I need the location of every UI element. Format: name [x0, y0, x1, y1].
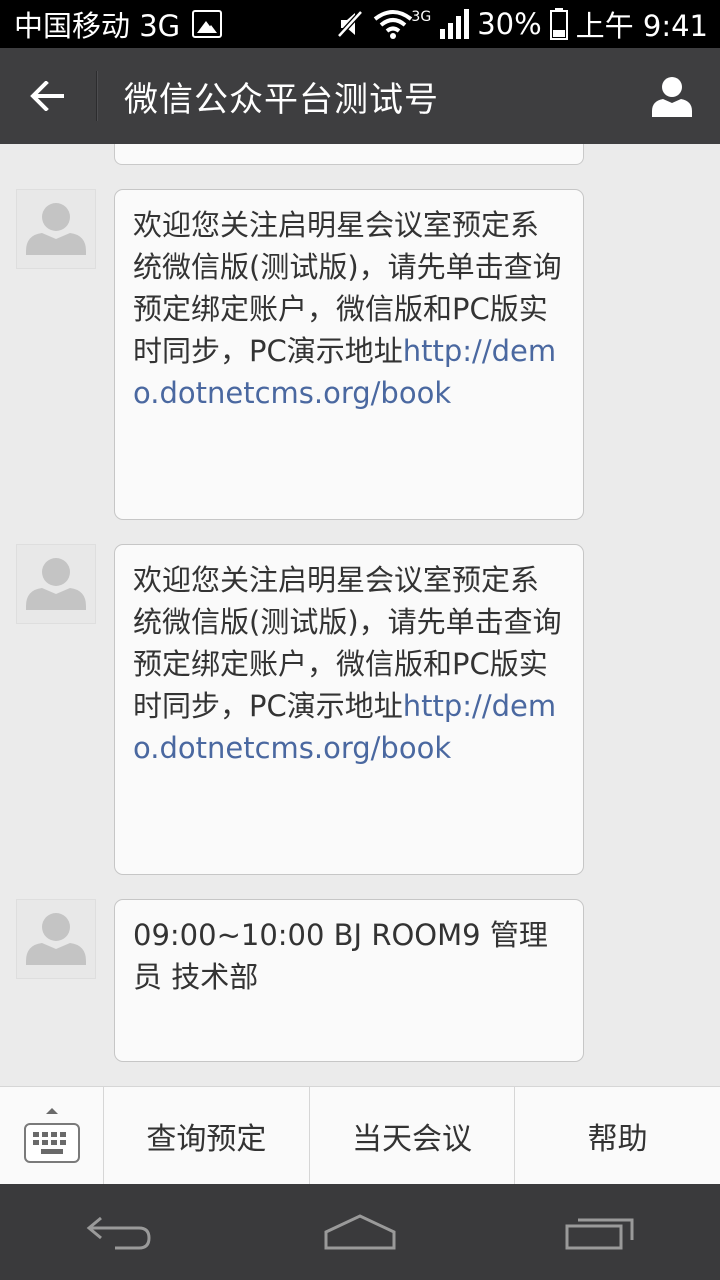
nav-home-icon: [324, 1214, 396, 1250]
status-bar: 中国移动 3G 3G 30% 上午 9:41: [0, 0, 720, 48]
menu-item-query-booking[interactable]: 查询预定: [104, 1087, 310, 1185]
nav-recent-icon: [565, 1218, 634, 1250]
back-button[interactable]: [0, 48, 96, 144]
previous-message-bubble: [114, 144, 584, 165]
default-avatar-icon: [26, 203, 86, 255]
profile-button[interactable]: [624, 48, 720, 144]
nav-back-button[interactable]: [60, 1184, 180, 1280]
bottom-menu: 查询预定 当天会议 帮助: [0, 1086, 720, 1185]
battery-icon: [549, 8, 568, 40]
person-icon: [652, 77, 692, 117]
chat-area[interactable]: 欢迎您关注启明星会议室预定系统微信版(测试版)，请先单击查询预定绑定账户，微信版…: [0, 144, 720, 1086]
nav-home-button[interactable]: [300, 1184, 420, 1280]
status-left: 中国移动 3G: [14, 3, 223, 45]
nav-recent-button[interactable]: [540, 1184, 660, 1280]
system-nav-bar: [0, 1184, 720, 1280]
keyboard-toggle-button[interactable]: [0, 1087, 104, 1185]
message-bubble[interactable]: 欢迎您关注启明星会议室预定系统微信版(测试版)，请先单击查询预定绑定账户，微信版…: [114, 189, 584, 520]
page-title: 微信公众平台测试号: [124, 79, 439, 120]
gallery-notification-icon: [192, 10, 223, 38]
message-bubble[interactable]: 欢迎您关注启明星会议室预定系统微信版(测试版)，请先单击查询预定绑定账户，微信版…: [114, 544, 584, 875]
menu-item-today-meetings[interactable]: 当天会议: [310, 1087, 516, 1185]
status-right: 3G 30% 上午 9:41: [335, 3, 708, 45]
nav-back-icon: [86, 1216, 151, 1250]
mute-icon: [337, 10, 364, 38]
keyboard-icon: [23, 1108, 80, 1163]
clock: 上午 9:41: [575, 9, 708, 43]
avatar[interactable]: [16, 899, 96, 979]
battery-percent: 30%: [477, 7, 542, 41]
avatar[interactable]: [16, 544, 96, 624]
avatar[interactable]: [16, 189, 96, 269]
default-avatar-icon: [26, 913, 86, 965]
menu-item-help[interactable]: 帮助: [515, 1087, 720, 1185]
network-type-label: 3G: [411, 9, 432, 25]
title-bar: 微信公众平台测试号: [0, 48, 720, 144]
message-text: 09:00~10:00 BJ ROOM9 管理员 技术部: [133, 918, 548, 994]
message-bubble[interactable]: 09:00~10:00 BJ ROOM9 管理员 技术部: [114, 899, 584, 1062]
signal-icon: [440, 9, 470, 39]
back-arrow-icon: [30, 81, 64, 111]
carrier-label: 中国移动 3G: [14, 9, 181, 43]
default-avatar-icon: [26, 558, 86, 610]
title-divider: [96, 71, 98, 121]
wifi-icon: [374, 10, 413, 39]
